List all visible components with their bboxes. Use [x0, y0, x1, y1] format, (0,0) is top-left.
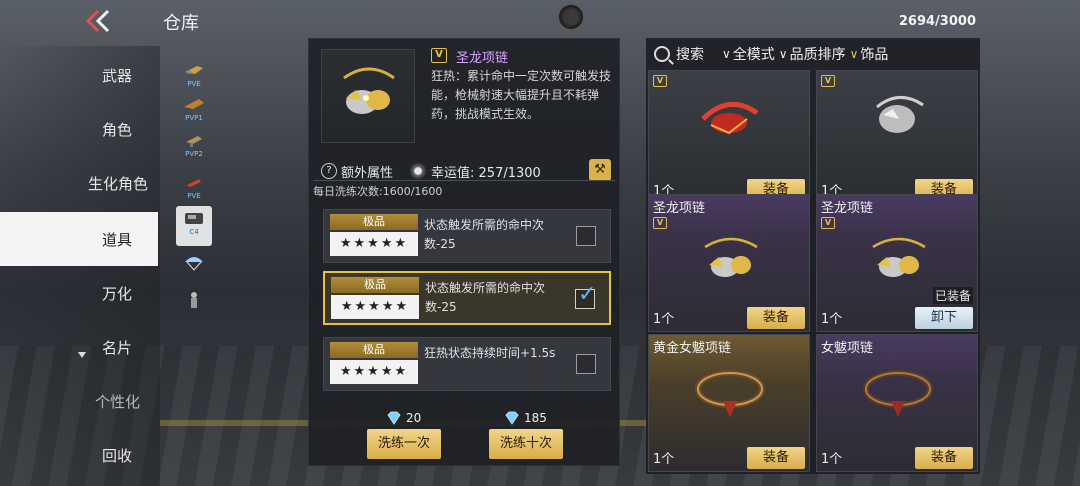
inventory-item[interactable]: 女魃项链 1个 装备	[816, 334, 978, 472]
luck-value: 幸运值: 257/1300	[431, 165, 541, 181]
refine-ten-button[interactable]: 洗练十次	[489, 429, 563, 459]
search-label[interactable]: 搜索	[676, 44, 704, 64]
checkmark-icon: ✓	[578, 282, 597, 307]
refine-once-button[interactable]: 洗练一次	[367, 429, 441, 459]
unequip-button[interactable]: 卸下	[915, 307, 973, 329]
subcat-pve-ammo[interactable]: PVE	[176, 170, 212, 204]
inventory-item-equipped[interactable]: 圣龙项链 V 已装备 1个 卸下	[816, 194, 978, 332]
diamond-icon	[387, 411, 401, 425]
attribute-stars: ★★★★★	[330, 232, 418, 256]
rarity-v-icon: V	[821, 217, 835, 229]
attribute-text: 状态触发所需的命中次数-25	[424, 218, 545, 251]
inventory-item[interactable]: 黄金女魃项链 1个 装备	[648, 334, 810, 472]
luck-icon	[409, 162, 428, 180]
attribute-stars: ★★★★★	[330, 360, 418, 384]
ammo-icon	[187, 179, 201, 187]
ring-necklace-icon	[695, 370, 765, 417]
attribute-stars: ★★★★★	[331, 295, 419, 319]
nav-item-wanhua[interactable]: 万化	[0, 266, 158, 320]
nav-item-cards[interactable]: 名片	[0, 320, 158, 374]
extra-attributes-label: 额外属性	[341, 165, 394, 181]
attribute-text: 状态触发所需的命中次数-25	[425, 281, 546, 314]
gun-part-icon	[186, 136, 202, 147]
red-dragon-necklace-icon	[701, 101, 759, 135]
inventory-panel: 搜索 ∨ 全模式 ∨ 品质排序 ∨ 饰品 V 1个 装备 V 1个 装备 圣龙项链 V	[646, 38, 980, 474]
attribute-checkbox[interactable]: ✓	[575, 282, 596, 309]
subcat-c4[interactable]: C4	[176, 206, 212, 246]
item-name: 圣龙项链	[456, 51, 509, 66]
equip-button[interactable]: 装备	[747, 447, 805, 469]
subcat-figure[interactable]	[176, 288, 212, 322]
rarity-v-icon: V	[431, 48, 447, 63]
storage-capacity: 2694/3000	[898, 14, 976, 29]
expand-arrow-icon	[78, 352, 86, 358]
nav-item-zombie-characters[interactable]: 生化角色	[0, 156, 158, 210]
attribute-checkbox[interactable]	[576, 354, 596, 374]
nav-item-personalize[interactable]: 个性化	[0, 374, 158, 428]
chevron-down-icon: ∨	[722, 47, 731, 61]
filter-bar: 搜索 ∨ 全模式 ∨ 品质排序 ∨ 饰品	[646, 38, 980, 70]
gold-dragon-necklace-icon	[343, 67, 395, 114]
gold-dragon-necklace-icon	[872, 237, 926, 277]
nav-item-recycle[interactable]: 回收	[0, 428, 158, 482]
sort-filter[interactable]: ∨ 品质排序	[779, 44, 846, 64]
page-title: 仓库	[163, 13, 199, 34]
silver-dragon-necklace-icon	[876, 96, 924, 133]
subcat-pvp1-parts[interactable]: PVP1	[176, 92, 212, 126]
ring-necklace-icon	[863, 370, 933, 417]
attribute-text: 狂热状态持续时间+1.5s	[424, 346, 556, 360]
attribute-grade: 极品	[330, 342, 418, 358]
mode-filter[interactable]: ∨ 全模式	[722, 44, 775, 64]
refine-once-cost: 20	[385, 411, 421, 425]
divider	[313, 180, 615, 181]
rarity-v-icon: V	[653, 75, 667, 87]
chevron-down-icon: ∨	[849, 47, 859, 61]
help-icon[interactable]: ?	[321, 163, 337, 179]
subcat-pvp2-parts[interactable]: PVP2	[176, 128, 212, 162]
daily-refine-count: 每日洗练次数:1600/1600	[313, 185, 443, 198]
back-icon[interactable]	[84, 8, 114, 34]
attribute-grade: 极品	[330, 214, 418, 230]
attribute-grade: 极品	[331, 277, 419, 293]
category-filter[interactable]: ∨ 饰品	[850, 44, 889, 64]
equip-button[interactable]: 装备	[915, 447, 973, 469]
inventory-item[interactable]: V 1个 装备	[648, 70, 810, 204]
equipped-badge: 已装备	[932, 287, 973, 304]
attribute-row-selected[interactable]: 极品 ★★★★★ 状态触发所需的命中次数-25 ✓	[323, 271, 611, 325]
attribute-checkbox[interactable]	[576, 226, 596, 246]
item-description: 狂热：累计命中一定次数可触发技能，枪械射速大幅提升且不耗弹药，挑战模式生效。	[431, 69, 612, 121]
attribute-row[interactable]: 极品 ★★★★★ 狂热状态持续时间+1.5s	[323, 337, 611, 391]
inventory-item[interactable]: 圣龙项链 V 1个 装备	[648, 194, 810, 332]
figure-icon	[191, 292, 197, 308]
attribute-row[interactable]: 极品 ★★★★★ 状态触发所需的命中次数-25	[323, 209, 611, 263]
item-thumbnail	[321, 49, 415, 143]
category-sidebar: 武器 角色 生化角色 道具 万化 名片 个性化 回收	[0, 46, 160, 486]
subcat-pve-parts[interactable]: PVE	[176, 58, 212, 92]
nav-item-weapons[interactable]: 武器	[0, 48, 158, 102]
inventory-item[interactable]: V 1个 装备	[816, 70, 978, 204]
gun-part-icon	[185, 66, 203, 74]
subcat-parachute[interactable]	[176, 250, 212, 284]
item-detail-panel: V 圣龙项链 狂热：累计命中一定次数可触发技能，枪械射速大幅提升且不耗弹药，挑战…	[308, 38, 620, 466]
search-icon[interactable]	[654, 46, 670, 62]
diamond-icon	[505, 411, 519, 425]
gold-dragon-necklace-icon	[704, 237, 758, 277]
refine-tool-icon[interactable]: ⚒	[589, 159, 611, 181]
rarity-v-icon: V	[653, 217, 667, 229]
c4-icon	[185, 213, 203, 224]
chevron-down-icon: ∨	[778, 47, 788, 61]
nav-item-items[interactable]: 道具	[0, 212, 158, 266]
status-orb-icon	[557, 3, 585, 31]
gun-part-icon	[184, 99, 204, 109]
nav-item-characters[interactable]: 角色	[0, 102, 158, 156]
parachute-icon	[185, 257, 203, 271]
refine-ten-cost: 185	[503, 411, 547, 425]
equip-button[interactable]: 装备	[747, 307, 805, 329]
rarity-v-icon: V	[821, 75, 835, 87]
